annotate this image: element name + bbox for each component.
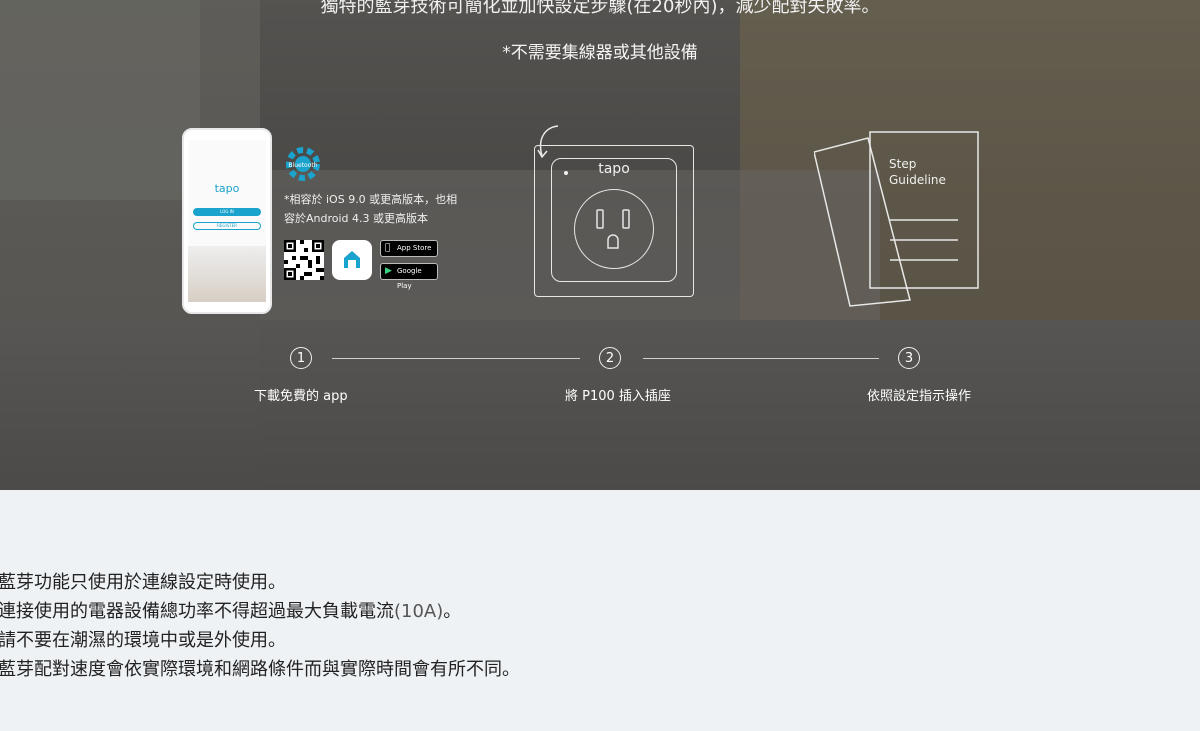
note-item: 連接使用的電器設備總功率不得超過最大負載電流(10A)。 — [0, 601, 462, 622]
note-item: 請不要在潮濕的環境中或是外使用。 — [0, 630, 286, 651]
step-3-number: 3 — [898, 347, 920, 369]
hero-description: 獨特的藍芽技術可簡化並加快設定步驟(在20秒內)，減少配對失敗率。 — [320, 0, 880, 17]
app-logo: tapo — [214, 182, 240, 195]
tapo-app-icon[interactable] — [332, 240, 372, 280]
smart-plug-illustration: tapo — [534, 145, 694, 297]
apple-icon:  — [385, 243, 390, 254]
note-item: 藍芽功能只使用於連線設定時使用。 — [0, 572, 286, 593]
notes-list: 藍芽功能只使用於連線設定時使用。 連接使用的電器設備總功率不得超過最大負載電流(… — [0, 568, 1198, 684]
step-3-label: 依照設定指示操作 — [867, 389, 972, 404]
step-1-label: 下載免費的 app — [254, 389, 348, 404]
hero-section: 獨特的藍芽技術可簡化並加快設定步驟(在20秒內)，減少配對失敗率。 *不需要集線… — [0, 0, 1200, 490]
phone-illustration: tapo LOG IN REGISTER — [182, 128, 272, 314]
google-play-badge[interactable]: ▶ Google Play — [380, 263, 438, 290]
bluetooth-icon: Bluetooth — [284, 145, 322, 183]
step-1-number: 1 — [290, 347, 312, 369]
qr-code — [284, 240, 324, 280]
plug-brand: tapo — [598, 161, 630, 177]
step-connector — [332, 358, 580, 359]
step-connector — [643, 358, 879, 359]
guide-text: Step Guideline — [889, 157, 946, 187]
register-button-illustration: REGISTER — [193, 222, 261, 230]
play-icon: ▶ — [385, 266, 392, 276]
app-store-badge[interactable]:  App Store — [380, 240, 438, 257]
step-2-label: 將 P100 插入插座 — [565, 389, 671, 404]
compatibility-text: *相容於 iOS 9.0 或更高版本，也相 容於Android 4.3 或更高版… — [284, 193, 458, 225]
hero-note: *不需要集線器或其他設備 — [502, 43, 698, 63]
step-2-number: 2 — [599, 347, 621, 369]
note-item: 藍芽配對速度會依實際環境和網路條件而與實際時間會有所不同。 — [0, 659, 520, 680]
room-image — [188, 246, 266, 302]
socket-icon — [574, 189, 654, 269]
login-button-illustration: LOG IN — [193, 208, 261, 216]
bluetooth-label: Bluetooth — [288, 162, 317, 169]
